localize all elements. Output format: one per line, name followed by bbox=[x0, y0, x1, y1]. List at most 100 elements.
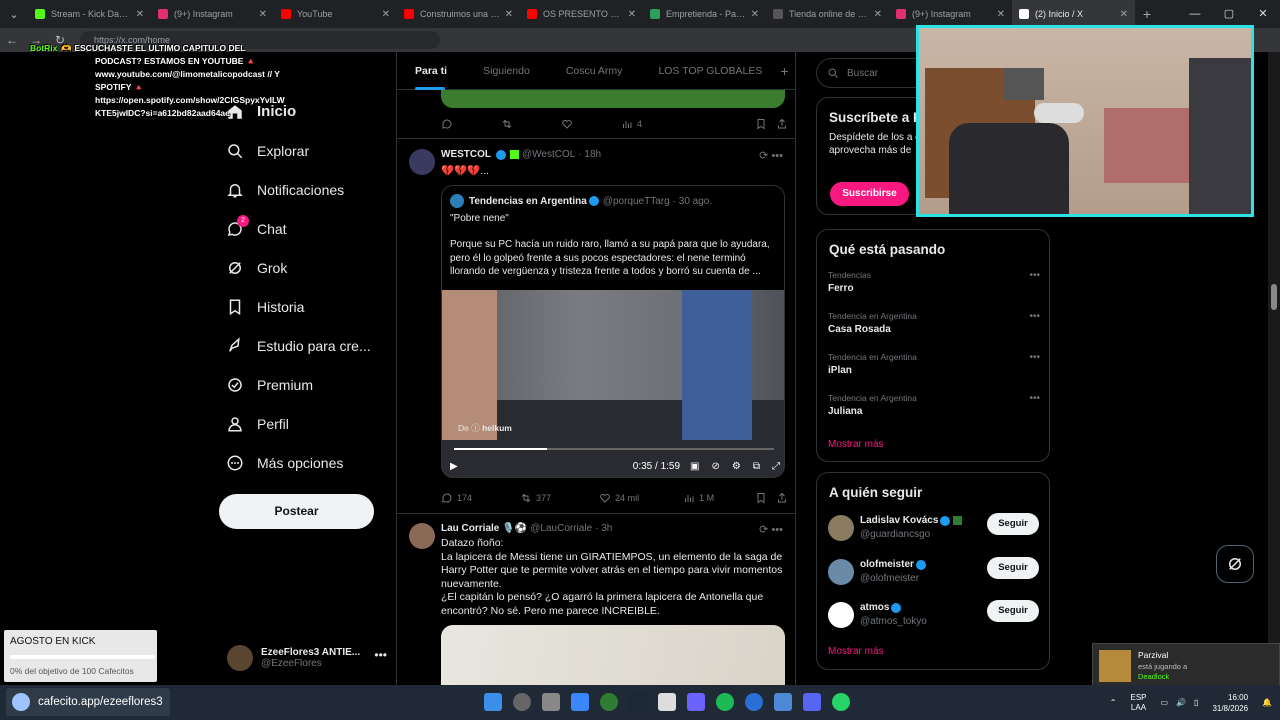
nav-item-estudio[interactable]: Estudio para cre... bbox=[220, 326, 390, 365]
tab-close-icon[interactable]: ✕ bbox=[1120, 9, 1128, 20]
account-switcher[interactable]: EzeeFlores3 ANTIE... @EzeeFlores ••• bbox=[227, 640, 387, 676]
search-icon[interactable] bbox=[513, 693, 531, 711]
video-credit[interactable]: De ⓘ helkum bbox=[458, 422, 512, 434]
tweet[interactable]: Lau Corriale 🎙️⚽ @LauCorriale · 3h ⟳ •••… bbox=[397, 514, 795, 685]
repost-button[interactable]: 377 bbox=[520, 492, 551, 504]
share-icon[interactable] bbox=[776, 118, 788, 130]
follow-suggestion[interactable]: Ladislav Kovács @guardiancsgo Seguir bbox=[828, 513, 1040, 547]
bookmark-icon[interactable] bbox=[755, 492, 767, 504]
nav-item-notificaciones[interactable]: Notificaciones bbox=[220, 170, 390, 209]
nav-item-premium[interactable]: Premium bbox=[220, 365, 390, 404]
notifications-icon[interactable]: 🔔 bbox=[1262, 698, 1272, 707]
battery-icon[interactable]: ▯ bbox=[1194, 698, 1198, 707]
app-icon[interactable] bbox=[774, 693, 792, 711]
tab-siguiendo[interactable]: Siguiendo bbox=[465, 52, 548, 90]
spotify-icon[interactable] bbox=[716, 693, 734, 711]
follow-button[interactable]: Seguir bbox=[987, 557, 1039, 579]
chevron-up-icon[interactable]: ⌃ bbox=[1110, 698, 1117, 707]
tweet-time[interactable]: · 18h bbox=[578, 149, 601, 160]
close-window-icon[interactable]: ✕ bbox=[1246, 0, 1280, 28]
nav-item-chat[interactable]: 2 Chat bbox=[220, 209, 390, 248]
video-progress-bar[interactable] bbox=[454, 448, 774, 450]
messages-fab[interactable] bbox=[1216, 545, 1254, 583]
like-button[interactable]: 24 mil bbox=[599, 492, 639, 504]
tab-para-ti[interactable]: Para ti bbox=[397, 52, 465, 90]
whatsapp-icon[interactable] bbox=[832, 693, 850, 711]
quoted-tweet[interactable]: Tendencias en Argentina @porqueTTarg · 3… bbox=[441, 185, 785, 478]
subscribe-button[interactable]: Suscribirse bbox=[830, 182, 909, 206]
language-indicator[interactable]: ESP LAA bbox=[1130, 693, 1146, 713]
tab-coscu-army[interactable]: Coscu Army bbox=[548, 52, 641, 90]
app-icon[interactable] bbox=[571, 693, 589, 711]
more-dots-icon[interactable]: ••• bbox=[1029, 270, 1040, 281]
tab-close-icon[interactable]: ✕ bbox=[259, 9, 267, 20]
follow-suggestion[interactable]: olofmeister @olofmeister Seguir bbox=[828, 557, 1040, 591]
bookmark-icon[interactable] bbox=[755, 118, 767, 130]
volume-icon[interactable]: 🔊 bbox=[1176, 698, 1186, 707]
browser-tab[interactable]: Stream - Kick Dashboard✕ bbox=[28, 0, 151, 28]
pip-icon[interactable]: ⧉ bbox=[753, 461, 760, 472]
trend-item[interactable]: Tendencia en Argentina iPlan ••• bbox=[828, 352, 1040, 376]
browser-tab[interactable]: Tienda online de Sorali✕ bbox=[766, 0, 889, 28]
reply-button[interactable]: 174 bbox=[441, 492, 472, 504]
tab-close-icon[interactable]: ✕ bbox=[751, 9, 759, 20]
browser-tab[interactable]: YouTube ✕ bbox=[274, 0, 397, 28]
tab-list-button[interactable]: ⌄ bbox=[0, 0, 28, 28]
tab-close-icon[interactable]: ✕ bbox=[382, 9, 390, 20]
tweet-time[interactable]: · 3h bbox=[595, 523, 612, 534]
nav-item-explorar[interactable]: Explorar bbox=[220, 131, 390, 170]
more-dots-icon[interactable]: ⟳ ••• bbox=[759, 149, 783, 162]
app-icon[interactable] bbox=[687, 693, 705, 711]
follow-button[interactable]: Seguir bbox=[987, 600, 1039, 622]
new-tab-button[interactable]: + bbox=[1135, 6, 1159, 22]
start-icon[interactable] bbox=[484, 693, 502, 711]
captions-icon[interactable]: ▣ bbox=[690, 461, 699, 472]
page-scrollbar[interactable] bbox=[1268, 52, 1280, 685]
tab-close-icon[interactable]: ✕ bbox=[136, 9, 144, 20]
views-count[interactable]: 1 M bbox=[683, 492, 714, 504]
post-button[interactable]: Postear bbox=[219, 494, 374, 529]
tab-close-icon[interactable]: ✕ bbox=[997, 9, 1005, 20]
browser-tab-active[interactable]: (2) Inicio / X ✕ bbox=[1012, 0, 1135, 28]
fullscreen-icon[interactable]: ⤢ bbox=[772, 461, 780, 472]
browser-tab[interactable]: Construimos una estación✕ bbox=[397, 0, 520, 28]
tab-close-icon[interactable]: ✕ bbox=[874, 9, 882, 20]
tweet[interactable]: WESTCOL @WestCOL · 18h ⟳ ••• 💔💔💔... Tend… bbox=[397, 139, 795, 512]
add-tab-icon[interactable]: + bbox=[780, 63, 788, 79]
views-count[interactable]: 4 bbox=[621, 118, 642, 130]
play-icon[interactable]: ▶ bbox=[450, 461, 458, 472]
tab-close-icon[interactable]: ✕ bbox=[505, 9, 513, 20]
task-view-icon[interactable] bbox=[542, 693, 560, 711]
avatar[interactable] bbox=[409, 149, 435, 175]
show-more-link[interactable]: Mostrar más bbox=[828, 439, 884, 450]
more-dots-icon[interactable]: ••• bbox=[1029, 393, 1040, 404]
more-dots-icon[interactable]: ••• bbox=[1029, 352, 1040, 363]
maximize-icon[interactable]: ▢ bbox=[1212, 0, 1246, 28]
avatar[interactable] bbox=[409, 523, 435, 549]
clock[interactable]: 16:00 31/8/2026 bbox=[1212, 692, 1248, 714]
browser-icon[interactable] bbox=[600, 693, 618, 711]
scrollbar-thumb[interactable] bbox=[1271, 284, 1277, 310]
browser-tab[interactable]: (9+) Instagram ✕ bbox=[889, 0, 1012, 28]
discord-icon[interactable] bbox=[803, 693, 821, 711]
tab-close-icon[interactable]: ✕ bbox=[628, 9, 636, 20]
steam-icon[interactable] bbox=[629, 693, 647, 711]
more-dots-icon[interactable]: ••• bbox=[1029, 311, 1040, 322]
follow-suggestion[interactable]: atmos @atmos_tokyo Seguir bbox=[828, 600, 1040, 634]
tweet-handle[interactable]: @LauCorriale bbox=[530, 523, 592, 534]
browser-tab[interactable]: OS PRESENTO a SISI 🤗✕ bbox=[520, 0, 643, 28]
tab-los-top-globales[interactable]: LOS TOP GLOBALES bbox=[640, 52, 780, 90]
mute-icon[interactable]: ⊘ bbox=[712, 461, 720, 472]
nav-item-historia[interactable]: Historia bbox=[220, 287, 390, 326]
network-icon[interactable]: ▭ bbox=[1161, 698, 1169, 707]
more-dots-icon[interactable]: ••• bbox=[374, 648, 387, 662]
app-icon[interactable] bbox=[745, 693, 763, 711]
reply-button[interactable] bbox=[441, 118, 457, 130]
follow-button[interactable]: Seguir bbox=[987, 513, 1039, 535]
tweet-author[interactable]: Lau Corriale bbox=[441, 523, 499, 534]
nav-item-grok[interactable]: Grok bbox=[220, 248, 390, 287]
nav-item-mas-opciones[interactable]: Más opciones bbox=[220, 443, 390, 482]
video-player[interactable]: De ⓘ helkum ▶ 0:35 / 1:59 ▣ ⊘ ⚙ ⧉ ⤢ bbox=[442, 290, 784, 477]
browser-tab[interactable]: Empretienda - Panel de✕ bbox=[643, 0, 766, 28]
app-icon[interactable] bbox=[658, 693, 676, 711]
